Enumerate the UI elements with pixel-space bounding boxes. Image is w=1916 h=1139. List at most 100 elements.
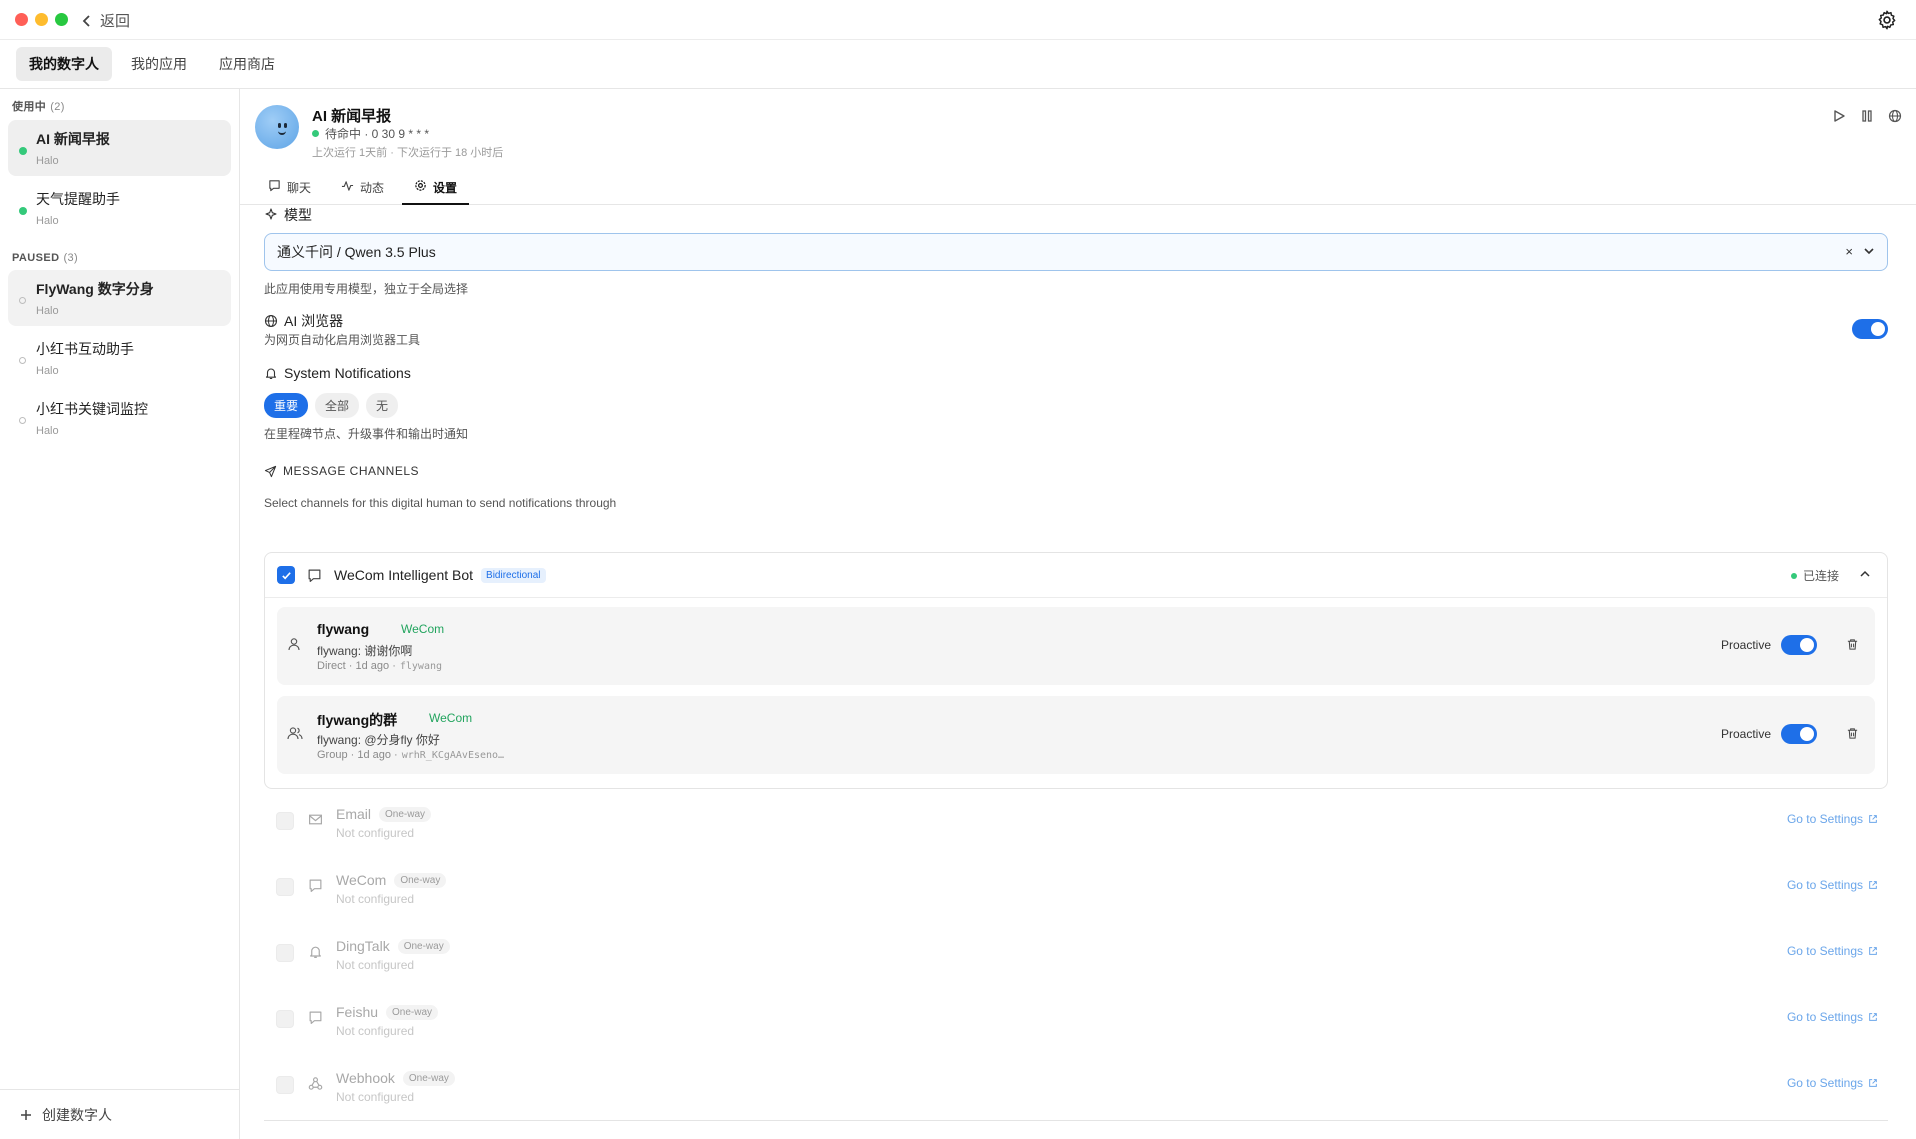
browser-hint: 为网页自动化启用浏览器工具 — [264, 333, 421, 347]
channel-name-text: Email — [336, 806, 372, 822]
avatar-eye — [284, 123, 287, 128]
webhook-checkbox[interactable] — [276, 1076, 294, 1094]
back-button[interactable]: 返回 — [82, 10, 130, 31]
browser-toggle[interactable] — [1852, 319, 1888, 339]
one-way-badge: One-way — [394, 872, 447, 888]
content-divider — [264, 1120, 1888, 1121]
tab-my-digital-humans[interactable]: 我的数字人 — [16, 47, 112, 81]
wecom-bot-checkbox[interactable] — [277, 566, 295, 584]
channel-name-text: DingTalk — [336, 938, 390, 954]
model-select-value: 通义千问 / Qwen 3.5 Plus — [277, 244, 436, 260]
channel-name-text: Webhook — [336, 1070, 395, 1086]
trash-icon[interactable] — [1846, 727, 1859, 740]
external-link-icon — [1869, 881, 1877, 889]
section-paused-count: (3) — [63, 252, 79, 264]
connected-dot — [1790, 572, 1797, 579]
contact-last-message: flywang: @分身fly 你好 — [317, 733, 440, 747]
proactive-toggle[interactable] — [1781, 635, 1817, 655]
chevron-up-icon[interactable] — [1859, 568, 1871, 580]
sidebar-item-ai-news[interactable]: AI 新闻早报 Halo — [8, 120, 231, 176]
notify-all-option[interactable]: 全部 — [315, 393, 360, 418]
chevron-down-icon[interactable] — [1863, 245, 1875, 257]
plus-icon — [21, 1109, 31, 1120]
chat-icon — [269, 180, 280, 192]
status-dot-running — [19, 207, 27, 215]
contact-meta: Direct · 1d ago · flywang — [317, 660, 442, 672]
section-label-paused: PAUSED (3) — [12, 252, 239, 264]
external-link-icon — [1869, 947, 1877, 955]
go-to-settings-link[interactable]: Go to Settings — [1787, 1010, 1878, 1024]
notify-none-option[interactable]: 无 — [366, 393, 399, 418]
go-to-settings-label: Go to Settings — [1786, 812, 1863, 826]
feishu-checkbox[interactable] — [276, 1010, 294, 1028]
settings-gear-icon[interactable] — [1876, 9, 1898, 31]
tab-my-apps[interactable]: 我的应用 — [118, 47, 200, 81]
proactive-label: Proactive — [1720, 727, 1771, 741]
model-title: 模型 — [284, 207, 312, 223]
model-select[interactable]: 通义千问 / Qwen 3.5 Plus × — [264, 233, 1888, 271]
settings-content: 模型 通义千问 / Qwen 3.5 Plus × 此应用使用专用模型，独立于全… — [264, 205, 1904, 1139]
contact-meta-text: Direct · 1d ago · — [317, 660, 396, 672]
trash-icon[interactable] — [1846, 638, 1859, 651]
go-to-settings-label: Go to Settings — [1786, 1076, 1863, 1090]
proactive-control: Proactive — [1721, 724, 1817, 744]
back-label: 返回 — [100, 13, 131, 30]
tab-chat[interactable]: 聊天 — [256, 175, 323, 205]
tab-activity[interactable]: 动态 — [329, 175, 396, 205]
bot-sub: Halo — [36, 305, 59, 317]
go-to-settings-link[interactable]: Go to Settings — [1787, 878, 1878, 892]
contact-name: flywang的群 — [317, 712, 398, 728]
go-to-settings-label: Go to Settings — [1786, 878, 1863, 892]
status-dot-paused — [19, 297, 26, 304]
go-to-settings-link[interactable]: Go to Settings — [1787, 944, 1878, 958]
wecom-bot-channel-header[interactable]: WeCom Intelligent Bot Bidirectional 已连接 — [265, 553, 1887, 598]
model-hint: 此应用使用专用模型，独立于全局选择 — [264, 282, 469, 296]
tab-settings-label: 设置 — [433, 181, 458, 195]
go-to-settings-link[interactable]: Go to Settings — [1787, 1076, 1878, 1090]
minimize-window-button[interactable] — [35, 13, 48, 26]
contact-source: WeCom — [429, 711, 473, 725]
channel-status: Not configured — [336, 958, 415, 972]
bot-name: 小红书关键词监控 — [36, 401, 148, 417]
close-window-button[interactable] — [15, 13, 28, 26]
chevron-left-icon — [82, 14, 90, 27]
sidebar-item-xhs-keyword[interactable]: 小红书关键词监控 Halo — [8, 390, 231, 446]
sidebar: 使用中 (2) AI 新闻早报 Halo 天气提醒助手 Halo PAUSED (3… — [0, 89, 240, 1139]
create-label: 创建数字人 — [42, 1106, 112, 1123]
sub-tabs: 聊天 动态 设置 — [256, 175, 470, 205]
webhook-icon — [308, 1077, 323, 1090]
browser-title: AI 浏览器 — [284, 313, 344, 329]
pause-icon[interactable] — [1860, 109, 1874, 123]
contact-source: WeCom — [401, 622, 445, 636]
bot-header: AI 新闻早报 待命中 · 0 30 9 * * * 上次运行 1天前 · 下次… — [240, 89, 1916, 205]
create-digital-human-button[interactable]: 创建数字人 — [0, 1089, 239, 1139]
notify-important-option[interactable]: 重要 — [264, 393, 309, 418]
proactive-toggle[interactable] — [1781, 724, 1817, 744]
bot-sub: Halo — [36, 215, 59, 227]
clear-model-button[interactable]: × — [1845, 244, 1853, 259]
sidebar-item-xhs-interact[interactable]: 小红书互动助手 Halo — [8, 330, 231, 386]
play-icon[interactable] — [1832, 109, 1846, 123]
model-section-title: 模型 — [264, 205, 312, 225]
notifications-hint: 在里程碑节点、升级事件和输出时通知 — [264, 427, 469, 441]
sidebar-item-weather[interactable]: 天气提醒助手 Halo — [8, 180, 231, 236]
channel-name-text: Feishu — [336, 1004, 379, 1020]
activity-icon — [341, 181, 354, 191]
sidebar-item-flywang[interactable]: FlyWang 数字分身 Halo — [8, 270, 231, 326]
zoom-window-button[interactable] — [55, 13, 68, 26]
globe-icon[interactable] — [1888, 109, 1902, 123]
tab-settings[interactable]: 设置 — [402, 175, 470, 205]
sparkle-icon — [265, 208, 277, 220]
dingtalk-checkbox[interactable] — [276, 944, 294, 962]
channel-row-wecom: WeCom One-way Not configured Go to Settin… — [264, 866, 1888, 916]
go-to-settings-link[interactable]: Go to Settings — [1787, 812, 1878, 826]
bell-icon — [310, 946, 321, 958]
one-way-badge: One-way — [397, 938, 450, 954]
connection-status-text: 已连接 — [1802, 569, 1839, 583]
bot-name: FlyWang 数字分身 — [36, 281, 154, 297]
title-bar: 返回 — [0, 0, 1916, 40]
wecom-checkbox[interactable] — [276, 878, 294, 896]
email-checkbox[interactable] — [276, 812, 294, 830]
tab-app-store[interactable]: 应用商店 — [206, 47, 288, 81]
status-dot-running — [19, 147, 27, 155]
